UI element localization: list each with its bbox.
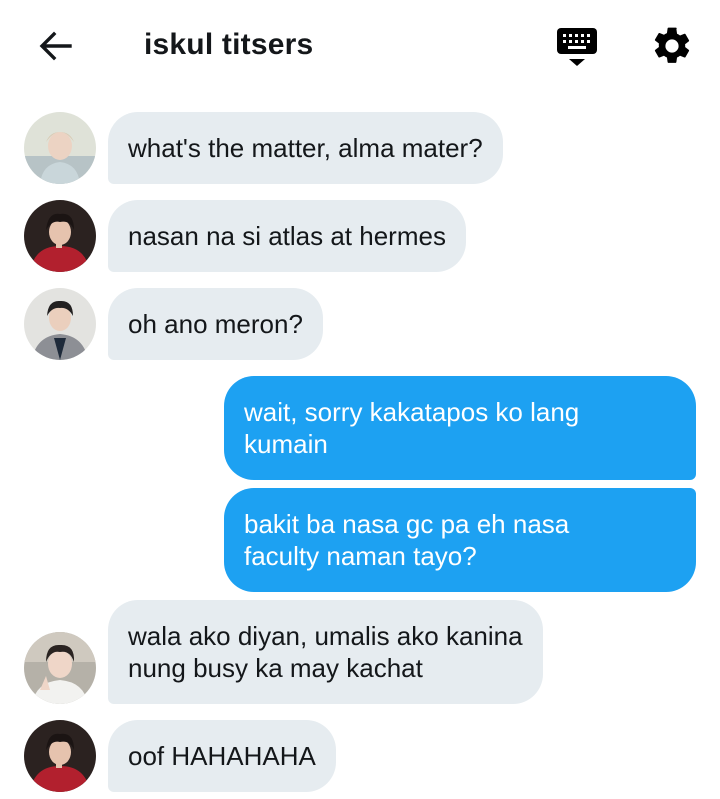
message-text-line: kumain: [244, 429, 328, 459]
outgoing-message-bubble[interactable]: bakit ba nasa gc pa eh nasa faculty nama…: [224, 488, 696, 592]
avatar-icon[interactable]: [24, 720, 96, 792]
message-text-line: bakit ba nasa gc pa eh nasa: [244, 509, 570, 539]
chat-header: iskul titsers: [0, 0, 720, 90]
avatar-icon[interactable]: [24, 632, 96, 704]
back-arrow-icon[interactable]: [36, 26, 76, 66]
message-text-line: wala ako diyan, umalis ako kanina: [128, 621, 523, 651]
message-text: nasan na si atlas at hermes: [128, 221, 446, 251]
incoming-message-bubble[interactable]: oh ano meron?: [108, 288, 323, 360]
settings-gear-icon[interactable]: [650, 24, 694, 68]
message-text: oh ano meron?: [128, 309, 303, 339]
incoming-message-bubble[interactable]: wala ako diyan, umalis ako kanina nung b…: [108, 600, 543, 704]
message-text-line: wait, sorry kakatapos ko lang: [244, 397, 580, 427]
avatar-icon[interactable]: [24, 112, 96, 184]
outgoing-message-bubble[interactable]: wait, sorry kakatapos ko lang kumain: [224, 376, 696, 480]
avatar-icon[interactable]: [24, 200, 96, 272]
incoming-message-bubble[interactable]: what's the matter, alma mater?: [108, 112, 503, 184]
avatar-icon[interactable]: [24, 288, 96, 360]
conversation-title: iskul titsers: [144, 28, 314, 61]
incoming-message-bubble[interactable]: oof HAHAHAHA: [108, 720, 336, 792]
message-text: what's the matter, alma mater?: [128, 133, 483, 163]
incoming-message-bubble[interactable]: nasan na si atlas at hermes: [108, 200, 466, 272]
message-text: oof HAHAHAHA: [128, 741, 316, 771]
message-text-line: faculty naman tayo?: [244, 541, 477, 571]
message-text-line: nung busy ka may kachat: [128, 653, 423, 683]
keyboard-icon[interactable]: [556, 26, 598, 68]
